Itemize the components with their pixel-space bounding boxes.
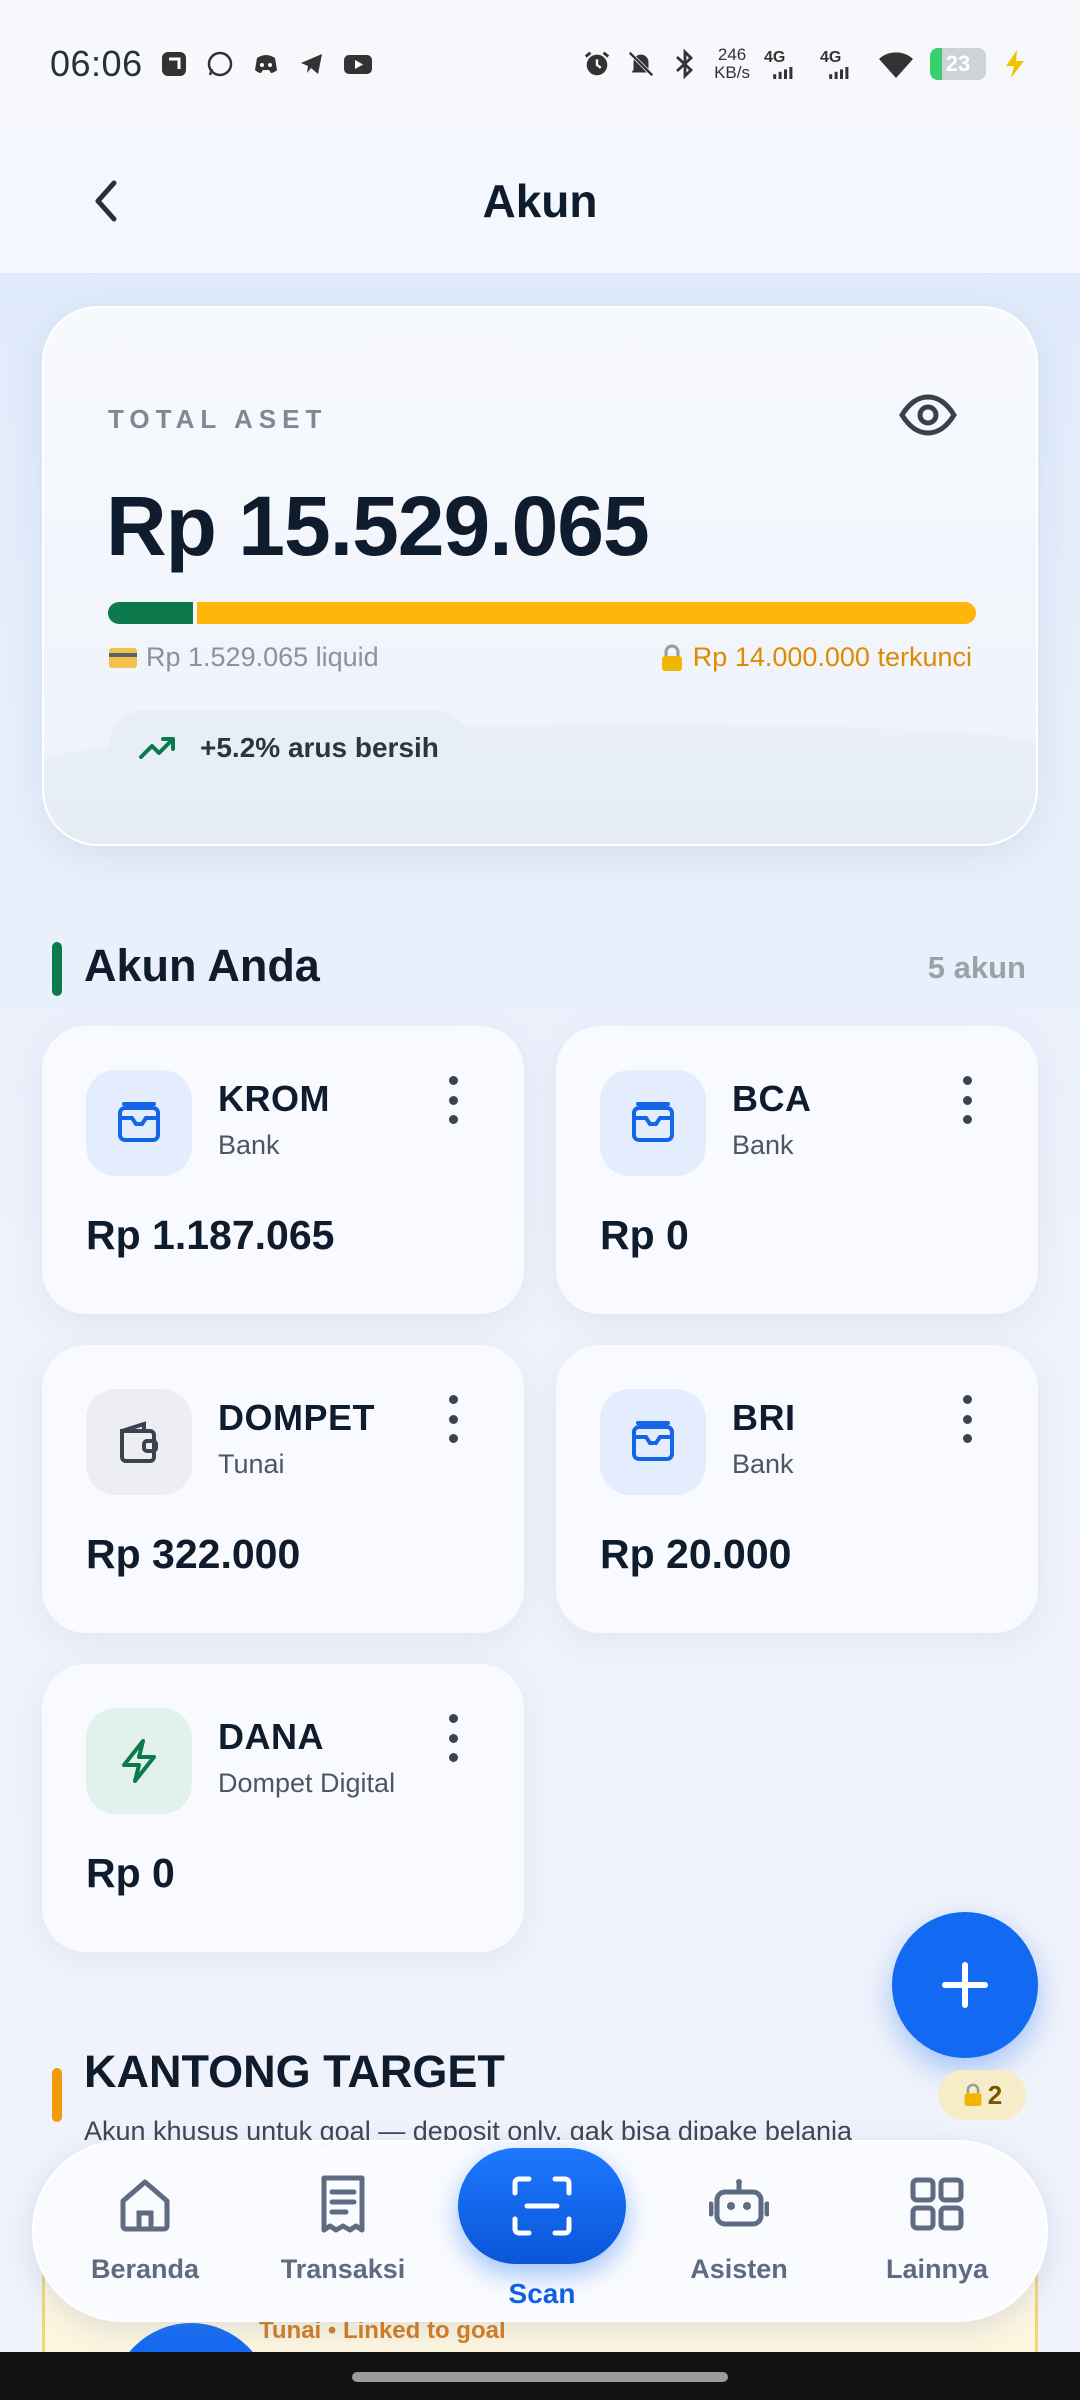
bluetooth-icon (670, 48, 700, 80)
signal-icon: 4G (764, 49, 806, 79)
account-balance: Rp 322.000 (86, 1531, 301, 1577)
trending-up-icon (139, 737, 175, 759)
telegram-icon (297, 49, 327, 79)
account-type: Bank (732, 1449, 794, 1479)
bank-icon (600, 1389, 706, 1495)
mute-icon (626, 49, 656, 79)
total-assets-card: TOTAL ASET Rp 15.529.065 Rp 1.529.065 li… (42, 306, 1038, 846)
whatsapp-icon (205, 49, 235, 79)
wallet-icon (86, 1389, 192, 1495)
section-accent-bar (52, 2068, 62, 2122)
nav-label: Asisten (690, 2254, 788, 2284)
locked-portion-bar (197, 602, 976, 624)
account-card-bri[interactable]: BRI Bank Rp 20.000 (556, 1345, 1038, 1633)
status-bar: 06:06 246 KB/s 4G 4G 23 (0, 0, 1080, 128)
more-vertical-icon[interactable] (438, 1070, 468, 1130)
locked-goals-badge: 2 (938, 2070, 1026, 2120)
target-section-title: KANTONG TARGET (84, 2046, 505, 2097)
signal-icon-2: 4G (820, 49, 862, 79)
account-name: BRI (732, 1397, 796, 1438)
account-name: DANA (218, 1716, 324, 1757)
more-vertical-icon[interactable] (952, 1389, 982, 1449)
nav-beranda[interactable]: Beranda (70, 2142, 220, 2324)
charging-icon (1000, 49, 1030, 79)
accounts-count: 5 akun (927, 950, 1026, 985)
nav-label: Transaksi (280, 2254, 406, 2284)
chevron-left-icon (95, 180, 117, 222)
page-title: Akun (482, 174, 598, 227)
account-type: Dompet Digital (218, 1768, 396, 1798)
battery-icon: 23 (930, 48, 986, 80)
app-notification-icon (159, 49, 189, 79)
account-balance: Rp 1.187.065 (86, 1212, 335, 1258)
account-card-dana[interactable]: DANA Dompet Digital Rp 0 (42, 1664, 524, 1952)
nav-lainnya[interactable]: Lainnya (862, 2142, 1012, 2324)
card-icon (109, 647, 137, 668)
account-balance: Rp 0 (600, 1212, 689, 1258)
status-time: 06:06 (50, 43, 143, 84)
nav-asisten[interactable]: Asisten (664, 2142, 814, 2324)
plus-icon (942, 1962, 988, 2008)
net-flow-chip: +5.2% arus bersih (108, 710, 471, 786)
account-balance: Rp 20.000 (600, 1531, 792, 1577)
liquid-amount: Rp 1.529.065 liquid (108, 642, 379, 673)
asset-allocation-bar (108, 602, 976, 624)
scan-icon (512, 2176, 572, 2236)
discord-icon (251, 49, 281, 79)
nav-transaksi[interactable]: Transaksi (268, 2142, 418, 2324)
bank-icon (86, 1070, 192, 1176)
locked-amount: Rp 14.000.000 terkunci (659, 642, 972, 673)
account-card-krom[interactable]: KROM Bank Rp 1.187.065 (42, 1026, 524, 1314)
more-vertical-icon[interactable] (438, 1389, 468, 1449)
nav-label: Scan (508, 2278, 576, 2309)
account-name: BCA (732, 1078, 812, 1119)
account-type: Bank (218, 1130, 280, 1160)
bottom-navigation: Beranda Transaksi Scan Asisten Lainnya (32, 2140, 1048, 2322)
account-balance: Rp 0 (86, 1850, 175, 1896)
more-vertical-icon[interactable] (438, 1708, 468, 1768)
liquid-portion-bar (108, 602, 194, 624)
home-icon (113, 2172, 177, 2236)
eye-icon[interactable] (898, 390, 958, 440)
total-assets-label: TOTAL ASET (108, 404, 328, 434)
lock-icon (661, 644, 682, 671)
app-header: Akun (0, 128, 1080, 274)
network-speed: 246 KB/s (714, 45, 750, 82)
add-account-button[interactable] (892, 1912, 1038, 2058)
account-card-dompet[interactable]: DOMPET Tunai Rp 322.000 (42, 1345, 524, 1633)
wifi-icon (876, 49, 916, 79)
account-type: Bank (732, 1130, 794, 1160)
account-name: DOMPET (218, 1397, 376, 1438)
system-navigation-bar (0, 2352, 1080, 2400)
grid-icon (905, 2172, 969, 2236)
robot-icon (707, 2172, 771, 2236)
youtube-icon (343, 49, 373, 79)
back-button[interactable] (78, 173, 134, 229)
account-name: KROM (218, 1078, 330, 1119)
bank-icon (600, 1070, 706, 1176)
nav-scan[interactable] (458, 2148, 626, 2264)
alarm-icon (582, 49, 612, 79)
account-card-bca[interactable]: BCA Bank Rp 0 (556, 1026, 1038, 1314)
receipt-icon (311, 2172, 375, 2236)
lock-icon (964, 2083, 982, 2106)
more-vertical-icon[interactable] (952, 1070, 982, 1130)
accounts-section-title: Akun Anda (84, 940, 320, 991)
home-gesture-handle[interactable] (352, 2372, 728, 2382)
lightning-icon (86, 1708, 192, 1814)
nav-label: Beranda (90, 2254, 200, 2284)
nav-label: Lainnya (885, 2254, 989, 2284)
section-accent-bar (52, 942, 62, 996)
total-assets-value: Rp 15.529.065 (106, 479, 650, 573)
account-type: Tunai (218, 1449, 285, 1479)
